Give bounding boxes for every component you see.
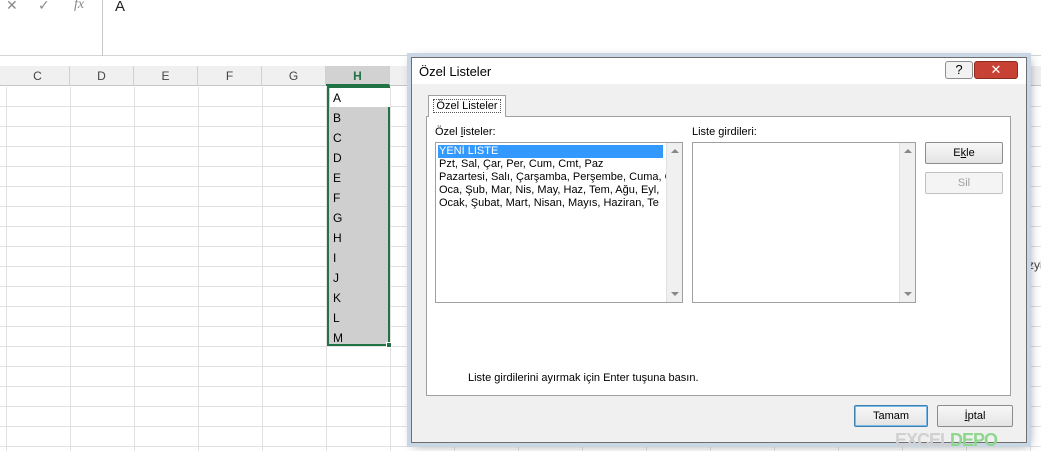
cancel-button[interactable]: İptal xyxy=(937,405,1013,427)
scroll-up-icon[interactable] xyxy=(671,149,679,153)
watermark-part1: EXCEL xyxy=(895,430,951,450)
add-button-pre: E xyxy=(953,147,961,159)
cell-h2[interactable]: B xyxy=(333,108,341,128)
column-header-c[interactable]: C xyxy=(6,66,70,86)
function-icon[interactable]: fx xyxy=(74,0,84,13)
custom-lists-scrollbar[interactable] xyxy=(666,143,682,302)
formula-bar-icons: ✕ ✓ fx xyxy=(0,0,102,14)
cell-h4[interactable]: D xyxy=(333,148,342,168)
cell-h7[interactable]: G xyxy=(333,208,342,228)
cell-h5[interactable]: E xyxy=(333,168,341,188)
dialog-title: Özel Listeler xyxy=(419,64,492,79)
side-text: zyi xyxy=(1028,258,1041,272)
tab-panel: Özel listeler: Liste girdileri: YENİ LİS… xyxy=(426,116,1011,396)
list-item[interactable]: YENİ LİSTE xyxy=(438,145,663,158)
formula-bar: ✕ ✓ fx A xyxy=(0,0,1041,56)
cancel-icon[interactable]: ✕ xyxy=(6,0,18,14)
watermark-logo: EXCELDEPO xyxy=(895,430,998,451)
column-header-g[interactable]: G xyxy=(262,66,326,86)
dialog-titlebar[interactable]: Özel Listeler ? ✕ xyxy=(412,58,1026,84)
list-item[interactable]: Pazartesi, Salı, Çarşamba, Perşembe, Cum… xyxy=(438,171,673,184)
scroll-up-icon[interactable] xyxy=(904,149,912,153)
custom-lists-listbox[interactable]: YENİ LİSTE Pzt, Sal, Çar, Per, Cum, Cmt,… xyxy=(435,142,683,303)
cell-h3[interactable]: C xyxy=(333,128,342,148)
selected-range[interactable]: A B C D E F G H I J K L M xyxy=(327,86,390,346)
custom-lists-label-post: isteler: xyxy=(463,126,496,138)
delete-button[interactable]: Sil xyxy=(925,172,1003,194)
list-entries-label: Liste girdileri: xyxy=(692,126,757,138)
close-button[interactable]: ✕ xyxy=(974,61,1018,79)
cell-h9[interactable]: I xyxy=(333,248,336,268)
custom-lists-label-pre: Özel xyxy=(435,126,461,138)
hint-text: Liste girdilerini ayırmak için Enter tuş… xyxy=(468,372,699,384)
custom-lists-label: Özel listeler: xyxy=(435,126,496,138)
cell-h12[interactable]: L xyxy=(333,308,340,328)
fill-handle[interactable] xyxy=(386,342,392,348)
help-button[interactable]: ? xyxy=(945,61,973,79)
scroll-down-icon[interactable] xyxy=(671,292,679,296)
column-header-e[interactable]: E xyxy=(134,66,198,86)
cell-h1[interactable]: A xyxy=(333,88,341,108)
cell-h6[interactable]: F xyxy=(333,188,340,208)
formula-bar-separator xyxy=(102,0,103,56)
ok-button[interactable]: Tamam xyxy=(854,405,928,427)
cancel-button-post: ptal xyxy=(967,410,986,422)
add-button-post: le xyxy=(966,147,975,159)
list-item[interactable]: Ocak, Şubat, Mart, Nisan, Mayıs, Haziran… xyxy=(438,197,659,210)
list-item[interactable]: Pzt, Sal, Çar, Per, Cum, Cmt, Paz xyxy=(438,158,603,171)
formula-input[interactable]: A xyxy=(115,0,125,15)
tab-label: Özel Listeler xyxy=(433,99,501,113)
custom-lists-dialog: Özel Listeler ? ✕ Özel Listeler Özel lis… xyxy=(411,57,1027,443)
add-button[interactable]: Ekle xyxy=(925,142,1003,164)
cell-h13[interactable]: M xyxy=(333,328,343,348)
scroll-down-icon[interactable] xyxy=(904,292,912,296)
cell-h8[interactable]: H xyxy=(333,228,342,248)
list-entries-label-post: irdileri: xyxy=(724,126,757,138)
list-entries-scrollbar[interactable] xyxy=(899,143,915,302)
tab-custom-lists[interactable]: Özel Listeler xyxy=(428,95,506,117)
list-item[interactable]: Oca, Şub, Mar, Nis, May, Haz, Tem, Ağu, … xyxy=(438,184,659,197)
list-entries-label-pre: Liste xyxy=(692,126,719,138)
column-header-d[interactable]: D xyxy=(70,66,134,86)
enter-icon[interactable]: ✓ xyxy=(38,0,50,14)
column-header-h[interactable]: H xyxy=(326,66,390,86)
watermark-part2: DEPO xyxy=(950,430,998,450)
column-header-f[interactable]: F xyxy=(198,66,262,86)
cell-h11[interactable]: K xyxy=(333,288,341,308)
cell-h10[interactable]: J xyxy=(333,268,339,288)
list-entries-textarea[interactable] xyxy=(692,142,916,303)
